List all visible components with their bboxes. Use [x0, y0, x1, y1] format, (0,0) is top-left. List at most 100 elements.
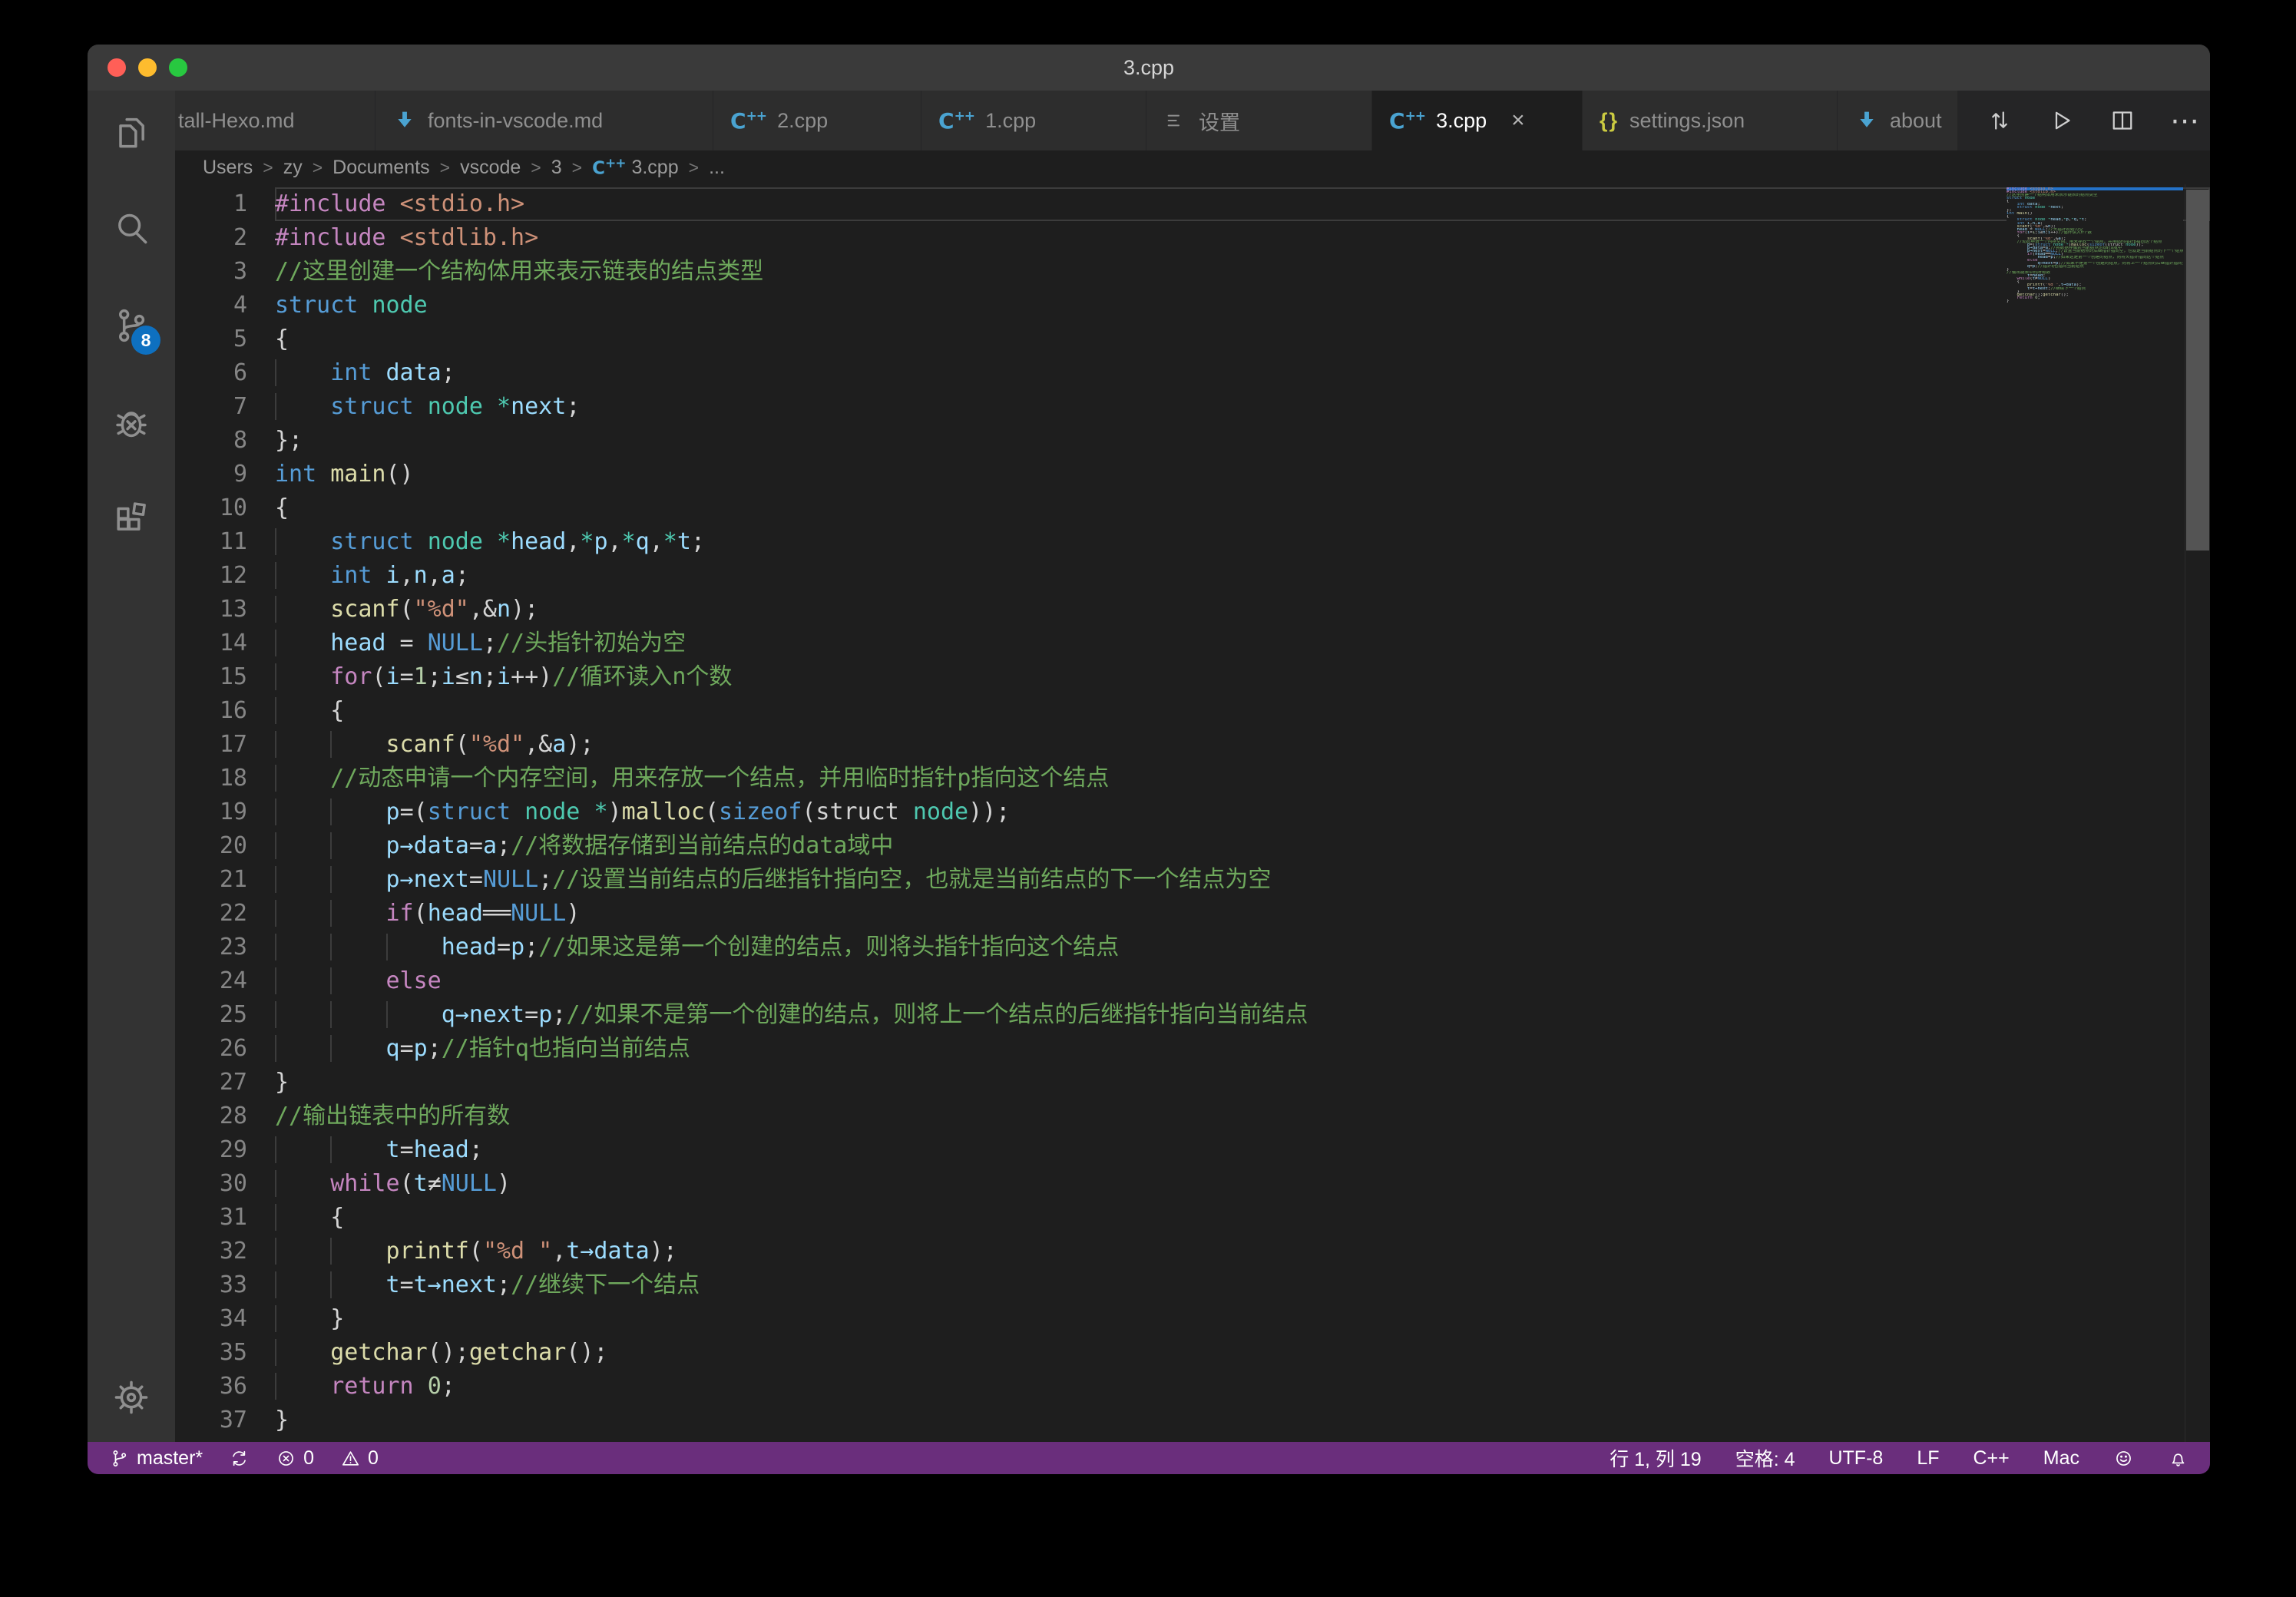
line-number[interactable]: 14 [175, 627, 275, 660]
line-number[interactable]: 1 [175, 187, 275, 221]
breadcrumb-label: Users [203, 157, 253, 179]
status-item-sync[interactable] [229, 1448, 250, 1469]
line-number[interactable]: 24 [175, 964, 275, 998]
status-item-空格: 4[interactable]: 空格: 4 [1735, 1444, 1795, 1472]
line-number[interactable]: 27 [175, 1066, 275, 1099]
code-line-content: else [275, 964, 2210, 998]
line-number[interactable]: 11 [175, 525, 275, 559]
activity-bar-item-search[interactable] [110, 207, 153, 250]
breadcrumb-item-3.cpp[interactable]: C++3.cpp [592, 156, 679, 179]
activity-bar-item-explorer[interactable] [110, 111, 153, 154]
status-item-C++[interactable]: C++ [1973, 1447, 2010, 1470]
line-number[interactable]: 10 [175, 491, 275, 525]
tab-1.cpp[interactable]: C++1.cpp [921, 91, 1146, 150]
line-number[interactable]: 21 [175, 863, 275, 897]
line-number[interactable]: 22 [175, 897, 275, 931]
line-number[interactable]: 31 [175, 1201, 275, 1235]
line-number[interactable]: 7 [175, 390, 275, 424]
tab-settings.json[interactable]: {}settings.json [1583, 91, 1838, 150]
indent-guide [275, 1001, 330, 1028]
code-line: 9int main() [175, 458, 2210, 491]
status-item-LF[interactable]: LF [1917, 1447, 1939, 1470]
line-number[interactable]: 15 [175, 660, 275, 694]
status-item-error[interactable]: 0 [276, 1447, 314, 1470]
status-item-Mac[interactable]: Mac [2043, 1447, 2079, 1470]
indent-guide [330, 832, 385, 859]
line-number[interactable]: 18 [175, 762, 275, 795]
tab-tall-Hexo.md[interactable]: tall-Hexo.md [175, 91, 375, 150]
breadcrumb-item-vscode[interactable]: vscode [460, 157, 521, 179]
breadcrumb-item-Documents[interactable]: Documents [332, 157, 429, 179]
status-item-label: 0 [303, 1447, 314, 1470]
line-number[interactable]: 2 [175, 221, 275, 255]
line-number[interactable]: 16 [175, 694, 275, 728]
status-item-warning[interactable]: 0 [340, 1447, 379, 1470]
tab-about[interactable]: about [1838, 91, 1958, 150]
split-editor-button[interactable] [2109, 107, 2136, 134]
code-line-content: scanf("%d",&n); [275, 593, 2210, 627]
line-number[interactable]: 28 [175, 1099, 275, 1133]
status-item-smiley[interactable] [2113, 1448, 2134, 1469]
line-number[interactable]: 3 [175, 255, 275, 289]
status-item-行 1, 列 19[interactable]: 行 1, 列 19 [1610, 1444, 1702, 1472]
breadcrumb-item-3[interactable]: 3 [551, 157, 562, 179]
status-item-bell[interactable] [2168, 1448, 2188, 1469]
scrollbar-thumb[interactable] [2186, 190, 2209, 551]
code-line: 2#include <stdlib.h> [175, 221, 2210, 255]
line-number[interactable]: 25 [175, 998, 275, 1032]
code-line: 22 if(head══NULL) [175, 897, 2210, 931]
line-number[interactable]: 35 [175, 1336, 275, 1370]
cpp-icon: C++ [730, 108, 766, 134]
minimap[interactable]: #include <stdio.h>#include <stdlib.h>//这… [2007, 187, 2183, 410]
tab-2.cpp[interactable]: C++2.cpp [713, 91, 921, 150]
tab-设置[interactable]: 设置 [1146, 91, 1372, 150]
code-line-content: #include <stdlib.h> [275, 221, 2210, 255]
line-number[interactable]: 19 [175, 795, 275, 829]
activity-bar-item-debug[interactable] [110, 401, 153, 444]
indent-guide [275, 1339, 330, 1366]
more-actions-button[interactable]: ⋯ [2170, 104, 2201, 138]
activity-bar-item-extensions[interactable] [110, 498, 153, 541]
line-number[interactable]: 30 [175, 1167, 275, 1201]
activity-bar-item-source-control[interactable]: 8 [110, 304, 153, 347]
line-number[interactable]: 9 [175, 458, 275, 491]
tab-fonts-in-vscode.md[interactable]: fonts-in-vscode.md [375, 91, 713, 150]
breadcrumb-item-Users[interactable]: Users [203, 157, 253, 179]
line-number[interactable]: 12 [175, 559, 275, 593]
breadcrumb-item-zy[interactable]: zy [283, 157, 303, 179]
line-number[interactable]: 23 [175, 931, 275, 964]
line-number[interactable]: 17 [175, 728, 275, 762]
code-line: 28//输出链表中的所有数 [175, 1099, 2210, 1133]
line-number[interactable]: 8 [175, 424, 275, 458]
line-number[interactable]: 32 [175, 1235, 275, 1268]
close-tab-icon[interactable]: × [1511, 109, 1525, 132]
code-line: 32 printf("%d ",t→data); [175, 1235, 2210, 1268]
line-number[interactable]: 20 [175, 829, 275, 863]
explorer-icon [110, 111, 153, 154]
breadcrumb-item-...[interactable]: ... [709, 157, 725, 179]
line-number[interactable]: 13 [175, 593, 275, 627]
line-number[interactable]: 34 [175, 1302, 275, 1336]
indent-guide [386, 1001, 442, 1028]
indent-guide [275, 697, 330, 724]
line-number[interactable]: 36 [175, 1370, 275, 1404]
line-number[interactable]: 37 [175, 1404, 275, 1437]
run-button[interactable] [2047, 107, 2075, 134]
line-number[interactable]: 33 [175, 1268, 275, 1302]
tab-label: 设置 [1199, 106, 1240, 136]
line-number[interactable]: 6 [175, 356, 275, 390]
code-line: 31 { [175, 1201, 2210, 1235]
status-item-git-branch[interactable]: master* [109, 1447, 203, 1470]
compare-changes-button[interactable] [1986, 107, 2013, 134]
tab-3.cpp[interactable]: C++3.cpp× [1372, 91, 1583, 150]
line-number[interactable]: 4 [175, 289, 275, 322]
activity-bar-item-settings-gear[interactable] [110, 1376, 153, 1419]
breadcrumb: Users>zy>Documents>vscode>3>C++3.cpp>... [175, 150, 2210, 184]
breadcrumb-separator: > [263, 157, 273, 178]
line-number[interactable]: 29 [175, 1133, 275, 1167]
line-number[interactable]: 5 [175, 322, 275, 356]
line-number[interactable]: 26 [175, 1032, 275, 1066]
status-item-label: UTF-8 [1828, 1447, 1883, 1470]
status-item-UTF-8[interactable]: UTF-8 [1828, 1447, 1883, 1470]
code-editor[interactable]: 1#include <stdio.h>2#include <stdlib.h>3… [175, 184, 2210, 1442]
